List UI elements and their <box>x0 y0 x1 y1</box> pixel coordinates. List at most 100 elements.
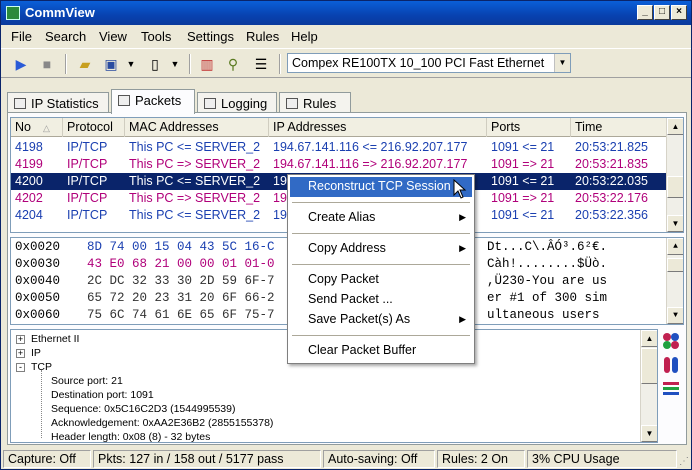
tree-field[interactable]: Sequence: 0x5C16C2D3 (1544995539) <box>51 403 235 415</box>
lines-icon[interactable] <box>661 379 681 399</box>
table-row[interactable]: 4198 IP/TCP This PC <= SERVER_2 194.67.1… <box>11 139 667 156</box>
column-ip-addresses[interactable]: IP Addresses <box>269 118 487 137</box>
tree-field[interactable]: Destination port: 1091 <box>51 389 154 401</box>
expand-icon[interactable]: + <box>16 349 25 358</box>
menu-separator <box>292 233 470 234</box>
log-icon[interactable]: ☰ <box>251 54 271 74</box>
start-capture-icon[interactable]: ▶ <box>11 54 31 74</box>
hex-ascii: er #1 of 300 sim <box>487 291 608 305</box>
status-cpu: 3% CPU Usage <box>527 450 677 468</box>
hex-bytes: 75 6C 74 61 6E 65 6F 75-7 <box>87 308 275 322</box>
table-row[interactable]: 4199 IP/TCP This PC => SERVER_2 194.67.1… <box>11 156 667 173</box>
close-button[interactable]: × <box>671 5 687 20</box>
menu-item-clear-packet-buffer[interactable]: Clear Packet Buffer <box>290 341 472 361</box>
column-protocol[interactable]: Protocol <box>63 118 125 137</box>
menu-item-label: Send Packet ... <box>308 292 393 306</box>
scroll-up-icon[interactable]: ▲ <box>641 330 657 347</box>
menu-search[interactable]: Search <box>45 29 86 44</box>
cell-ip: 194.67.141.116 => 216.92.207.177 <box>273 157 468 171</box>
tree-scrollbar[interactable]: ▲ ▼ <box>640 330 657 442</box>
hex-bytes: 2C DC 32 33 30 2D 59 6F-7 <box>87 274 275 288</box>
hex-bytes: 43 E0 68 21 00 00 01 01-0 <box>87 257 275 271</box>
cell-mac: This PC <= SERVER_2 <box>129 140 261 154</box>
packet-list-header: No △ Protocol MAC Addresses IP Addresses … <box>11 118 667 137</box>
cell-ports: 1091 => 21 <box>491 191 555 205</box>
status-capture: Capture: Off <box>3 450 91 468</box>
tab-rules[interactable]: Rules <box>279 92 351 113</box>
maximize-button[interactable]: □ <box>654 5 670 20</box>
collapse-icon[interactable]: - <box>16 363 25 372</box>
expand-icon[interactable]: + <box>16 335 25 344</box>
menu-file[interactable]: File <box>11 29 32 44</box>
menu-item-save-packets-as[interactable]: Save Packet(s) As ▶ <box>290 310 472 330</box>
minimize-button[interactable]: _ <box>637 5 653 20</box>
cell-ports: 1091 <= 21 <box>491 174 555 188</box>
view-mode-icon[interactable] <box>661 331 681 351</box>
column-no[interactable]: No △ <box>11 118 63 137</box>
new-document-icon[interactable]: ▯ <box>145 54 165 74</box>
menu-item-send-packet[interactable]: Send Packet ... <box>290 290 472 310</box>
menu-help[interactable]: Help <box>291 29 318 44</box>
commview-app-icon <box>6 6 20 20</box>
menu-item-reconstruct-tcp-session[interactable]: Reconstruct TCP Session <box>290 177 472 197</box>
scroll-down-icon[interactable]: ▼ <box>667 215 683 232</box>
cell-ip: 194.67.141.116 <= 216.92.207.177 <box>273 140 468 154</box>
statistics-icon[interactable]: ▥ <box>197 54 217 74</box>
menu-tools[interactable]: Tools <box>141 29 171 44</box>
cell-ports: 1091 <= 21 <box>491 140 555 154</box>
tree-field[interactable]: Source port: 21 <box>51 375 123 387</box>
scroll-thumb[interactable] <box>667 176 683 198</box>
open-folder-icon[interactable]: ▰ <box>75 54 95 74</box>
tree-field[interactable]: Acknowledgement: 0xAA2E36B2 (2855155378) <box>51 417 273 429</box>
cell-ip: 19 <box>273 208 287 222</box>
tree-field[interactable]: Header length: 0x08 (8) - 32 bytes <box>51 431 210 442</box>
title-bar[interactable]: CommView _ □ × <box>1 1 691 25</box>
cell-ports: 1091 <= 21 <box>491 208 555 222</box>
stop-capture-icon[interactable]: ■ <box>37 54 57 74</box>
hex-ascii: Càh!........$Üò. <box>487 257 608 271</box>
scroll-thumb[interactable] <box>641 348 657 384</box>
logging-icon <box>204 98 216 109</box>
save-disk-icon[interactable]: ▣ <box>101 54 121 74</box>
packet-list-scrollbar[interactable]: ▲ ▼ <box>666 118 683 232</box>
new-dropdown-icon[interactable]: ▼ <box>165 54 185 74</box>
adapter-select[interactable]: Compex RE100TX 10_100 PCI Fast Ethernet … <box>287 53 571 73</box>
hex-ascii: ,Ü230-You are us <box>487 274 608 288</box>
cell-protocol: IP/TCP <box>67 174 108 188</box>
cell-time: 20:53:22.035 <box>575 174 648 188</box>
tab-label: IP Statistics <box>31 96 99 111</box>
menu-item-copy-address[interactable]: Copy Address ▶ <box>290 239 472 259</box>
tab-label: Logging <box>221 96 268 111</box>
menu-rules[interactable]: Rules <box>246 29 279 44</box>
scroll-down-icon[interactable]: ▼ <box>641 425 657 442</box>
scroll-down-icon[interactable]: ▼ <box>667 307 683 324</box>
status-bar: Capture: Off Pkts: 127 in / 158 out / 51… <box>1 448 691 470</box>
column-ports[interactable]: Ports <box>487 118 571 137</box>
tree-node-ip[interactable]: IP <box>31 347 41 359</box>
cell-mac: This PC => SERVER_2 <box>129 157 261 171</box>
color-mode-icon[interactable] <box>661 355 681 375</box>
find-icon[interactable]: ⚲ <box>223 54 243 74</box>
tab-logging[interactable]: Logging <box>197 92 277 113</box>
menu-settings[interactable]: Settings <box>187 29 234 44</box>
column-time[interactable]: Time <box>571 118 667 137</box>
scroll-up-icon[interactable]: ▲ <box>667 118 683 135</box>
hex-offset: 0x0050 <box>15 291 61 305</box>
cell-no: 4200 <box>15 174 43 188</box>
hex-scrollbar[interactable]: ▲ ▼ <box>666 238 683 324</box>
scroll-thumb[interactable] <box>667 258 683 272</box>
tab-ip-statistics[interactable]: IP Statistics <box>7 92 109 113</box>
menu-item-label: Clear Packet Buffer <box>308 343 417 357</box>
menu-item-copy-packet[interactable]: Copy Packet <box>290 270 472 290</box>
scroll-up-icon[interactable]: ▲ <box>667 238 683 255</box>
column-label: No <box>15 120 31 134</box>
menu-view[interactable]: View <box>99 29 127 44</box>
column-mac-addresses[interactable]: MAC Addresses <box>125 118 269 137</box>
cell-no: 4202 <box>15 191 43 205</box>
tree-node-ethernet[interactable]: Ethernet II <box>31 333 79 345</box>
chevron-down-icon[interactable]: ▼ <box>554 54 570 72</box>
resize-grip-icon[interactable]: ⋰ <box>679 456 689 468</box>
tab-packets[interactable]: Packets <box>111 89 195 114</box>
menu-item-create-alias[interactable]: Create Alias ▶ <box>290 208 472 228</box>
save-dropdown-icon[interactable]: ▼ <box>121 54 141 74</box>
